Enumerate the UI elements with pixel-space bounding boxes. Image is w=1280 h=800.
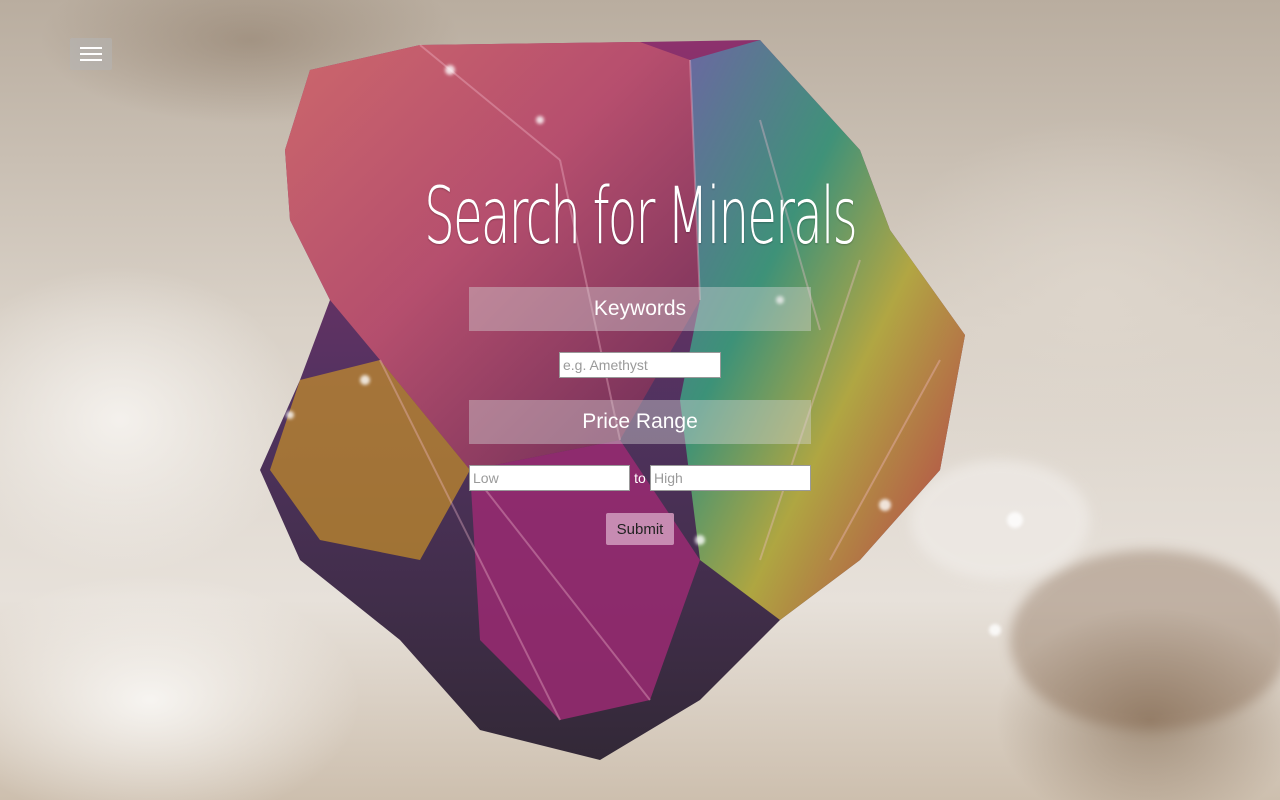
submit-button[interactable]: Submit [606, 513, 674, 545]
hamburger-menu-icon-bar [80, 59, 102, 61]
price-high-input[interactable] [650, 465, 811, 491]
keywords-label: Keywords [469, 287, 811, 331]
price-to-separator: to [634, 470, 646, 486]
page-title: Search for Minerals [424, 172, 858, 262]
keywords-input[interactable] [559, 352, 721, 378]
hamburger-menu-icon-bar [80, 53, 102, 55]
hamburger-menu-icon-bar [80, 47, 102, 49]
hamburger-menu-button[interactable] [70, 38, 112, 70]
price-low-input[interactable] [469, 465, 630, 491]
price-range-label: Price Range [469, 400, 811, 444]
